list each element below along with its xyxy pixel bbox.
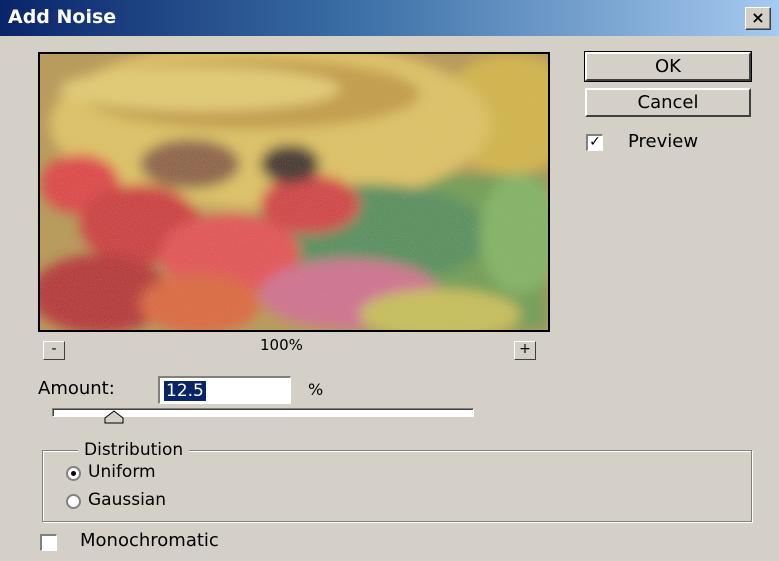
preview-image[interactable] [38, 52, 550, 332]
monochromatic-checkbox[interactable] [40, 534, 57, 551]
zoom-out-button[interactable]: - [43, 341, 65, 360]
add-noise-dialog: Add Noise × - 100% + OK Cancel ✓ Preview… [0, 0, 779, 561]
distribution-group [42, 450, 752, 522]
minus-icon: - [51, 341, 57, 357]
distribution-legend: Distribution [78, 440, 190, 460]
zoom-level: 100% [260, 336, 303, 354]
close-icon: × [751, 8, 765, 27]
checkmark-icon: ✓ [589, 134, 601, 150]
preview-label: Preview [628, 131, 699, 152]
title-bar: Add Noise × [0, 0, 779, 36]
dialog-title: Add Noise [8, 6, 117, 28]
zoom-in-button[interactable]: + [514, 341, 536, 360]
radio-gaussian[interactable] [66, 494, 81, 509]
plus-icon: + [519, 341, 531, 357]
gaussian-label: Gaussian [88, 490, 166, 510]
amount-unit: % [308, 380, 324, 399]
uniform-label: Uniform [88, 462, 156, 482]
slider-thumb-icon[interactable] [104, 410, 124, 424]
amount-value: 12.5 [164, 381, 206, 401]
ok-button[interactable]: OK [584, 51, 752, 82]
amount-input[interactable]: 12.5 [158, 376, 291, 404]
close-button[interactable]: × [745, 7, 771, 30]
cancel-button[interactable]: Cancel [585, 88, 751, 117]
monochromatic-label: Monochromatic [80, 530, 219, 551]
preview-checkbox[interactable]: ✓ [586, 134, 603, 151]
amount-label: Amount: [38, 378, 115, 399]
radio-uniform[interactable] [66, 466, 81, 481]
preview-canvas [40, 54, 548, 330]
